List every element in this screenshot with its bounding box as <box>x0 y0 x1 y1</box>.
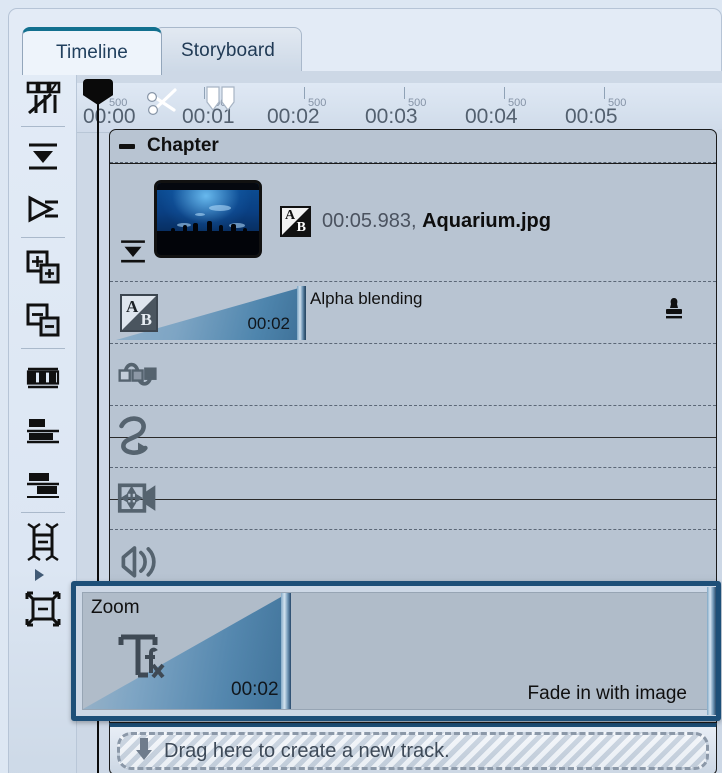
track-loop[interactable] <box>110 406 716 468</box>
toolbar-frames-view-button[interactable] <box>9 351 77 404</box>
pan-camera-icon <box>117 483 156 513</box>
track-loop-icon[interactable] <box>116 413 160 461</box>
ruler-second-label: 00:02 <box>267 105 320 128</box>
zoom-clip-left-handle[interactable] <box>281 593 291 709</box>
track-audio-icon[interactable] <box>116 538 164 582</box>
toolbar-align-left-button[interactable] <box>9 404 77 457</box>
ab-transition-icon: AB <box>120 294 158 332</box>
track-video-icon[interactable] <box>116 234 150 268</box>
tab-timeline-label: Timeline <box>56 42 128 63</box>
track-keyframes-icon[interactable] <box>116 354 160 398</box>
flag-arrow-icon <box>28 195 58 222</box>
chapter-header[interactable]: Chapter <box>110 130 716 163</box>
film-strip-split-icon <box>26 81 61 114</box>
playhead-marker[interactable] <box>83 79 113 773</box>
insert-down-icon <box>29 143 57 169</box>
new-track-label: Drag here to create a new track. <box>164 739 450 762</box>
zoom-effect-panel[interactable]: Zoom 00:02 Fade in with image <box>71 581 721 721</box>
toolbar-add-track-button[interactable] <box>9 240 77 293</box>
zoom-clip-right-handle[interactable] <box>707 587 716 715</box>
collapse-minus-icon[interactable] <box>119 143 135 149</box>
insert-down-icon <box>121 240 145 263</box>
track-keyframes[interactable] <box>110 344 716 406</box>
alpha-blending-label: Alpha blending <box>310 289 423 308</box>
stamp-icon[interactable] <box>664 296 684 327</box>
track-baseline <box>110 498 716 500</box>
align-left-bars-icon <box>27 418 59 443</box>
zoom-panel-title: Zoom <box>91 597 140 618</box>
remove-two-boxes-icon <box>26 303 60 336</box>
fit-horizontal-icon <box>27 522 59 561</box>
new-track-dropzone[interactable]: Drag here to create a new track. <box>109 723 717 773</box>
toolbar-separator-4 <box>20 512 65 513</box>
alpha-clip-duration: 00:02 <box>247 314 290 333</box>
alpha-blending-clip[interactable]: AB 00:02 <box>116 286 306 340</box>
zoom-clip-duration: 00:02 <box>231 679 279 700</box>
align-right-bars-icon <box>27 472 59 498</box>
track-pan-zoom-icon[interactable] <box>116 478 160 520</box>
ruler-second-label: 00:04 <box>465 105 518 128</box>
toolbar-separator-3 <box>20 348 65 349</box>
video-clip-filename: Aquarium.jpg <box>422 210 551 232</box>
filmstrip-frames-icon <box>26 367 60 388</box>
zoom-fade-label: Fade in with image <box>527 683 687 704</box>
aquarium-thumbnail[interactable] <box>154 180 262 258</box>
video-clip-label: 00:05.983, Aquarium.jpg <box>322 210 551 233</box>
triangle-right-icon[interactable] <box>35 569 44 581</box>
ab-transition-icon: AB <box>280 206 311 237</box>
track-pan-zoom[interactable] <box>110 468 716 530</box>
keyframe-curve-icon <box>118 362 157 386</box>
track-baseline <box>110 436 716 438</box>
split-marker-icon[interactable] <box>201 85 241 120</box>
main-panel-frame: Storyboard Timeline 500 500 500 500 500 … <box>8 8 722 773</box>
timeline-editor-window: Storyboard Timeline 500 500 500 500 500 … <box>0 0 722 773</box>
toolbar-fit-horizontal-button[interactable] <box>9 515 77 568</box>
expand-all-icon <box>25 591 61 626</box>
toolbar-separator-1 <box>20 126 65 127</box>
zoom-panel-body[interactable]: Zoom 00:02 Fade in with image <box>82 592 710 710</box>
toolbar-remove-track-button[interactable] <box>9 293 77 346</box>
toolbar-separator-2 <box>20 237 65 238</box>
toolbar-zoom-to-fit-button[interactable] <box>9 582 77 635</box>
track-alpha-blending[interactable]: AB 00:02 Alpha blending <box>110 282 716 344</box>
track-video[interactable]: AB 00:05.983, Aquarium.jpg <box>110 163 716 282</box>
toolbar-split-clips-button[interactable] <box>9 71 77 124</box>
ruler-second-label: 00:05 <box>565 105 618 128</box>
text-fx-icon <box>115 629 167 690</box>
scissors-icon[interactable] <box>143 83 183 128</box>
toolbar-insert-button[interactable] <box>9 129 77 182</box>
tab-storyboard[interactable]: Storyboard <box>154 27 302 73</box>
clip-resize-handle[interactable] <box>297 286 306 340</box>
speaker-icon <box>121 546 156 578</box>
tab-timeline[interactable]: Timeline <box>22 27 162 75</box>
tab-storyboard-label: Storyboard <box>181 39 275 61</box>
chapter-title: Chapter <box>147 135 219 156</box>
toolbar-mark-button[interactable] <box>9 182 77 235</box>
arrow-down-icon <box>134 736 154 767</box>
toolbar-align-right-button[interactable] <box>9 457 77 510</box>
add-two-boxes-icon <box>26 250 60 283</box>
tab-bar: Storyboard Timeline <box>9 9 722 75</box>
video-clip-duration: 00:05.983, <box>322 210 417 232</box>
left-toolbar <box>9 71 77 773</box>
loop-arrow-icon <box>119 416 148 455</box>
ruler-second-label: 00:03 <box>365 105 418 128</box>
